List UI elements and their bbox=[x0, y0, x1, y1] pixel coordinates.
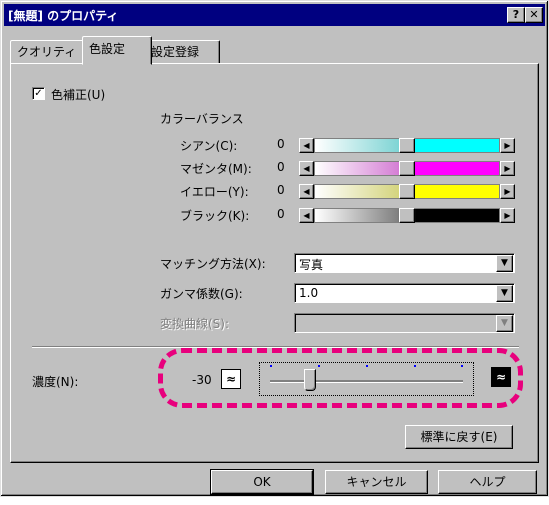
color-row-value: 0 bbox=[277, 137, 285, 151]
color-row-value: 0 bbox=[277, 183, 285, 197]
density-tick bbox=[461, 365, 463, 367]
density-slider-thumb[interactable] bbox=[304, 369, 316, 391]
gamma-select[interactable]: 1.0 ▼ bbox=[294, 283, 515, 303]
color-balance-heading: カラーバランス bbox=[160, 112, 244, 126]
title-bar: [無題] のプロパティ ? ✕ bbox=[4, 4, 545, 26]
matching-method-value: 写真 bbox=[299, 258, 324, 272]
density-tick bbox=[270, 365, 272, 367]
properties-dialog: [無題] のプロパティ ? ✕ クオリティ 色設定 設定登録 ✓ 色補正(U) … bbox=[0, 0, 549, 497]
density-label: 濃度(N): bbox=[32, 375, 79, 389]
reset-defaults-button[interactable]: 標準に戻す(E) bbox=[405, 425, 513, 449]
dark-density-icon: ≈ bbox=[491, 367, 511, 387]
ok-button[interactable]: OK bbox=[210, 469, 314, 495]
color-slider-track[interactable] bbox=[314, 184, 500, 199]
density-tick bbox=[366, 365, 368, 367]
color-slider-thumb[interactable] bbox=[399, 208, 415, 223]
gamma-label: ガンマ係数(G): bbox=[160, 287, 243, 301]
color-slider-thumb[interactable] bbox=[399, 184, 415, 199]
help-button[interactable]: ヘルプ bbox=[438, 470, 537, 494]
scroll-right-arrow[interactable]: ▶ bbox=[500, 138, 515, 153]
color-slider-track[interactable] bbox=[314, 138, 500, 153]
density-value: -30 bbox=[192, 373, 212, 387]
matching-method-select[interactable]: 写真 ▼ bbox=[294, 253, 515, 273]
chevron-down-icon[interactable]: ▼ bbox=[496, 315, 513, 332]
close-button[interactable]: ✕ bbox=[525, 7, 543, 23]
scroll-right-arrow[interactable]: ▶ bbox=[500, 161, 515, 176]
density-slider[interactable] bbox=[259, 362, 474, 396]
color-slider-track[interactable] bbox=[314, 161, 500, 176]
color-row-value: 0 bbox=[277, 160, 285, 174]
chevron-down-icon[interactable]: ▼ bbox=[496, 255, 513, 272]
color-row-label: シアン(C): bbox=[180, 139, 238, 153]
color-row-label: マゼンタ(M): bbox=[180, 162, 252, 176]
density-tick bbox=[414, 365, 416, 367]
scroll-right-arrow[interactable]: ▶ bbox=[500, 208, 515, 223]
color-correction-label: 色補正(U) bbox=[51, 88, 106, 102]
color-slider-thumb[interactable] bbox=[399, 161, 415, 176]
color-slider-thumb[interactable] bbox=[399, 138, 415, 153]
help-title-button[interactable]: ? bbox=[507, 7, 525, 23]
tab-color-settings[interactable]: 色設定 bbox=[82, 36, 152, 65]
conversion-curve-select[interactable]: ▼ bbox=[294, 313, 515, 333]
density-tick bbox=[318, 365, 320, 367]
scroll-left-arrow[interactable]: ◀ bbox=[299, 208, 314, 223]
chevron-down-icon[interactable]: ▼ bbox=[496, 285, 513, 302]
tab-quality[interactable]: クオリティ bbox=[10, 40, 93, 64]
gamma-value: 1.0 bbox=[299, 286, 319, 300]
color-row-value: 0 bbox=[277, 207, 285, 221]
color-row-label: ブラック(K): bbox=[180, 209, 250, 223]
window-title: [無題] のプロパティ bbox=[8, 9, 119, 23]
conversion-curve-label: 変換曲線(S): bbox=[160, 317, 230, 331]
color-slider-track[interactable] bbox=[314, 208, 500, 223]
matching-method-label: マッチング方法(X): bbox=[160, 257, 266, 271]
cancel-button[interactable]: キャンセル bbox=[325, 470, 428, 494]
scroll-left-arrow[interactable]: ◀ bbox=[299, 184, 314, 199]
scroll-right-arrow[interactable]: ▶ bbox=[500, 184, 515, 199]
color-row-label: イエロー(Y): bbox=[180, 185, 249, 199]
scroll-left-arrow[interactable]: ◀ bbox=[299, 161, 314, 176]
density-slider-track bbox=[270, 380, 463, 383]
color-correction-checkbox[interactable]: ✓ bbox=[32, 87, 45, 100]
light-density-icon: ≈ bbox=[221, 369, 241, 389]
scroll-left-arrow[interactable]: ◀ bbox=[299, 138, 314, 153]
tab-preset-registration[interactable]: 設定登録 bbox=[144, 40, 220, 64]
